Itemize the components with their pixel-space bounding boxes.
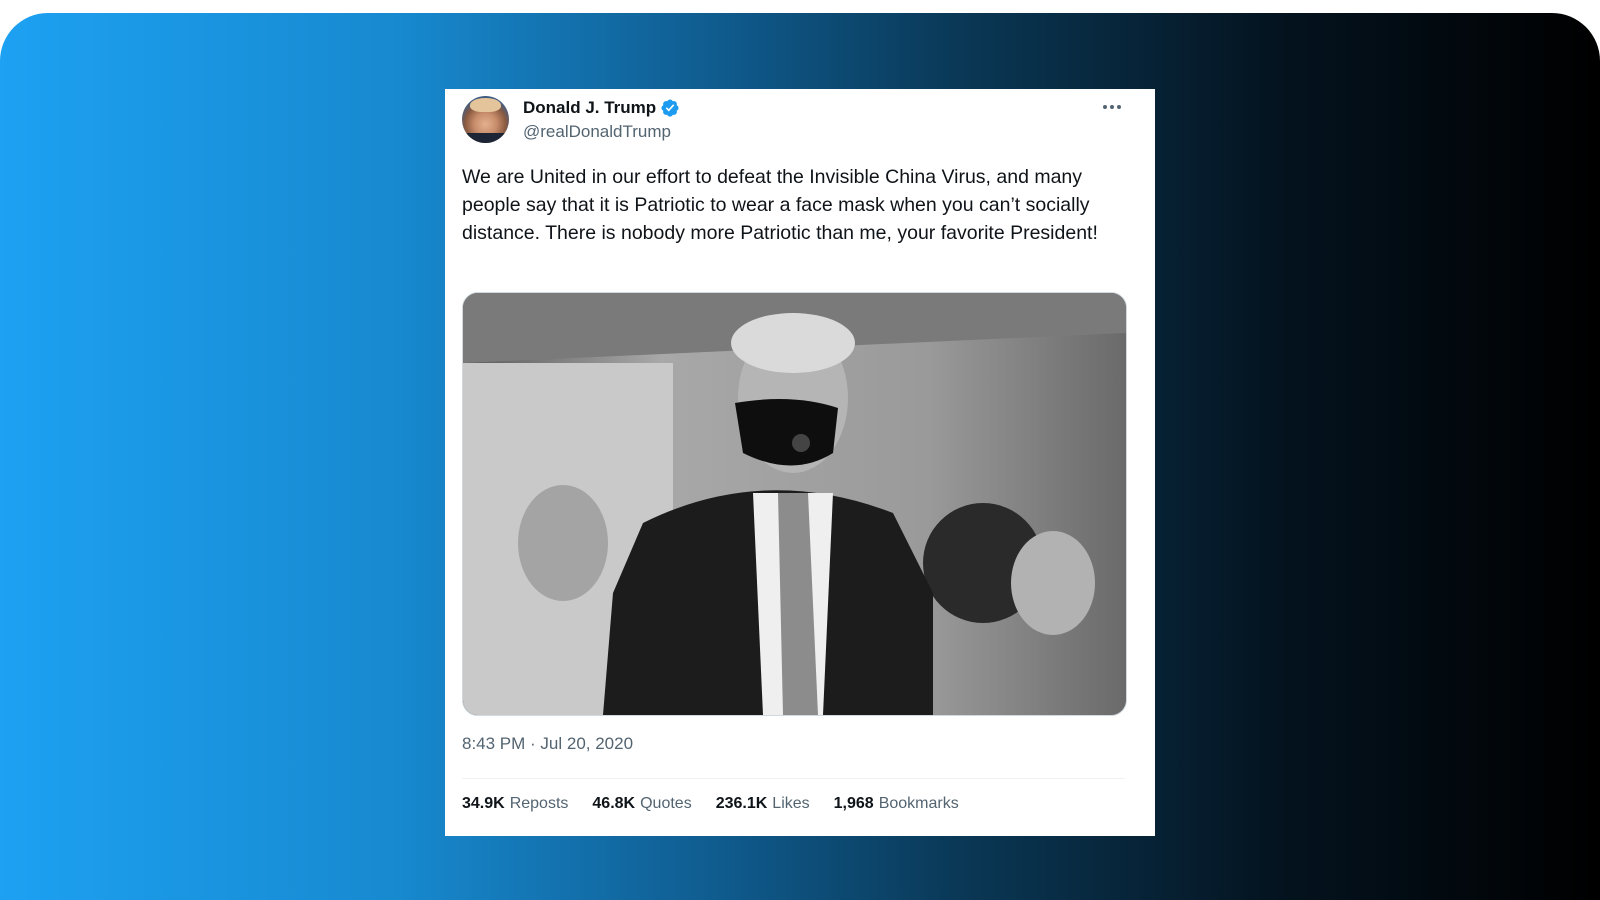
quotes-label: Quotes xyxy=(640,795,692,812)
more-options-icon[interactable] xyxy=(1099,97,1125,117)
tweet-timestamp[interactable]: 8:43 PM · Jul 20, 2020 xyxy=(462,734,633,754)
avatar[interactable] xyxy=(462,96,509,143)
tweet-text: We are United in our effort to defeat th… xyxy=(462,166,1098,244)
bookmarks-count: 1,968 xyxy=(833,795,874,812)
tweet-photo[interactable] xyxy=(462,292,1127,716)
author-name-row: Donald J. Trump xyxy=(523,98,680,118)
tweet-card: Donald J. Trump @realDonaldTrump We are … xyxy=(445,89,1155,836)
likes-count: 236.1K xyxy=(715,795,768,812)
likes-stat[interactable]: 236.1K Likes xyxy=(716,795,810,813)
divider xyxy=(462,778,1125,779)
verified-badge-icon xyxy=(660,98,680,118)
reposts-count: 34.9K xyxy=(462,795,505,812)
engagement-stats: 34.9K Reposts 46.8K Quotes 236.1K Likes … xyxy=(462,795,959,813)
author-handle[interactable]: @realDonaldTrump xyxy=(523,122,671,142)
quotes-stat[interactable]: 46.8K Quotes xyxy=(592,795,691,813)
reposts-stat[interactable]: 34.9K Reposts xyxy=(462,795,568,813)
bookmarks-label: Bookmarks xyxy=(878,795,959,812)
bookmarks-stat[interactable]: 1,968 Bookmarks xyxy=(834,795,959,813)
quotes-count: 46.8K xyxy=(592,795,636,812)
reposts-label: Reposts xyxy=(509,795,569,812)
likes-label: Likes xyxy=(772,795,810,812)
author-name[interactable]: Donald J. Trump xyxy=(523,98,656,118)
